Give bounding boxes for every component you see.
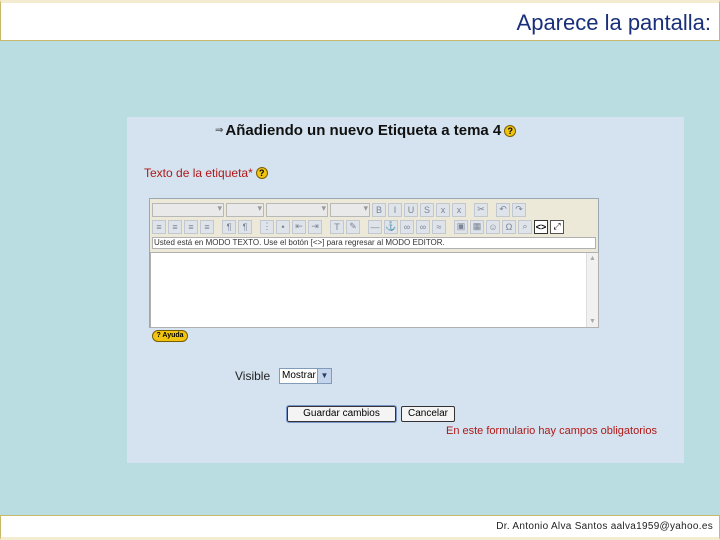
redo-icon[interactable]: ↷ (512, 202, 526, 217)
justify-icon[interactable]: ≡ (200, 219, 214, 234)
align-left-icon[interactable]: ≡ (152, 219, 166, 234)
ltr-icon[interactable]: ¶ (222, 219, 236, 234)
font-select[interactable] (152, 202, 224, 217)
outdent-icon[interactable]: ⇤ (292, 219, 306, 234)
indent-icon[interactable]: ⇥ (308, 219, 322, 234)
unlink-icon[interactable]: ∞ (416, 219, 430, 234)
scroll-down-icon[interactable]: ▼ (588, 317, 597, 326)
required-fields-note: En este formulario hay campos obligatori… (446, 425, 657, 437)
clean-icon[interactable]: ✂ (474, 202, 488, 217)
rtl-icon[interactable]: ¶ (238, 219, 252, 234)
image-icon[interactable]: ▣ (454, 219, 468, 234)
field-label-text: Texto de la etiqueta* (144, 166, 253, 180)
author-credit: Dr. Antonio Alva Santos aalva1959@yahoo.… (496, 521, 713, 532)
heading-text: Añadiendo un nuevo Etiqueta a tema 4 (225, 122, 502, 139)
field-label: Texto de la etiqueta* ? (144, 166, 268, 180)
background-color-icon[interactable]: ✎ (346, 219, 360, 234)
scroll-up-icon[interactable]: ▲ (588, 254, 597, 263)
text-color-icon[interactable]: T (330, 219, 344, 234)
subscript-icon[interactable]: x (436, 202, 450, 217)
help-icon[interactable]: ? (504, 124, 517, 137)
toolbar-row-1: B I U S x x ✂ ↶ ↷ (152, 201, 526, 218)
horizontal-rule-icon[interactable]: — (368, 219, 382, 234)
label-text-area[interactable]: ▲ ▼ (150, 252, 599, 328)
undo-icon[interactable]: ↶ (496, 202, 510, 217)
underline-icon[interactable]: U (404, 202, 418, 217)
field-help-icon[interactable]: ? (255, 167, 268, 179)
bold-icon[interactable]: B (372, 202, 386, 217)
anchor-icon[interactable]: ⚓ (384, 219, 398, 234)
page-heading: ⇒ Añadiendo un nuevo Etiqueta a tema 4 ? (215, 122, 517, 139)
moodle-form-screenshot: ⇒ Añadiendo un nuevo Etiqueta a tema 4 ?… (127, 117, 684, 463)
unordered-list-icon[interactable]: • (276, 219, 290, 234)
fullscreen-icon[interactable]: ⤢ (550, 219, 564, 234)
visible-label: Visible (235, 369, 271, 383)
source-toggle-icon[interactable]: <> (534, 219, 548, 234)
special-char-icon[interactable]: Ω (502, 219, 516, 234)
text-area-scrollbar[interactable]: ▲ ▼ (586, 253, 598, 327)
arrow-icon: ⇒ (215, 125, 224, 136)
superscript-icon[interactable]: x (452, 202, 466, 217)
strikethrough-icon[interactable]: S (420, 202, 434, 217)
smiley-icon[interactable]: ☺ (486, 219, 500, 234)
format-select[interactable] (266, 202, 328, 217)
slide-footer: Dr. Antonio Alva Santos aalva1959@yahoo.… (0, 515, 720, 540)
cancel-button[interactable]: Cancelar (401, 406, 455, 422)
italic-icon[interactable]: I (388, 202, 402, 217)
language-select[interactable] (330, 202, 370, 217)
chevron-down-icon[interactable]: ▼ (317, 369, 331, 383)
save-button[interactable]: Guardar cambios (286, 405, 397, 423)
visible-select[interactable]: Mostrar ▼ (279, 368, 332, 384)
toolbar-row-2: ≡ ≡ ≡ ≡ ¶ ¶ ⋮ • ⇤ ⇥ T ✎ — ⚓ ∞ ∞ ≈ ▣ ▦ ☺ … (152, 218, 564, 235)
slide-title: Aparece la pantalla: (516, 10, 711, 35)
align-center-icon[interactable]: ≡ (168, 219, 182, 234)
visible-select-value: Mostrar (282, 370, 316, 381)
help-badge[interactable]: ? Ayuda (152, 330, 188, 342)
slide-header: Aparece la pantalla: (0, 0, 720, 41)
table-icon[interactable]: ▦ (470, 219, 484, 234)
html-editor: B I U S x x ✂ ↶ ↷ ≡ ≡ ≡ ≡ ¶ ¶ ⋮ • ⇤ ⇥ T (149, 198, 599, 328)
ordered-list-icon[interactable]: ⋮ (260, 219, 274, 234)
search-icon[interactable]: ⌕ (518, 219, 532, 234)
editor-mode-info: Usted está en MODO TEXTO. Use el botón [… (152, 237, 596, 249)
align-right-icon[interactable]: ≡ (184, 219, 198, 234)
size-select[interactable] (226, 202, 264, 217)
link-icon[interactable]: ∞ (400, 219, 414, 234)
nolink-icon[interactable]: ≈ (432, 219, 446, 234)
